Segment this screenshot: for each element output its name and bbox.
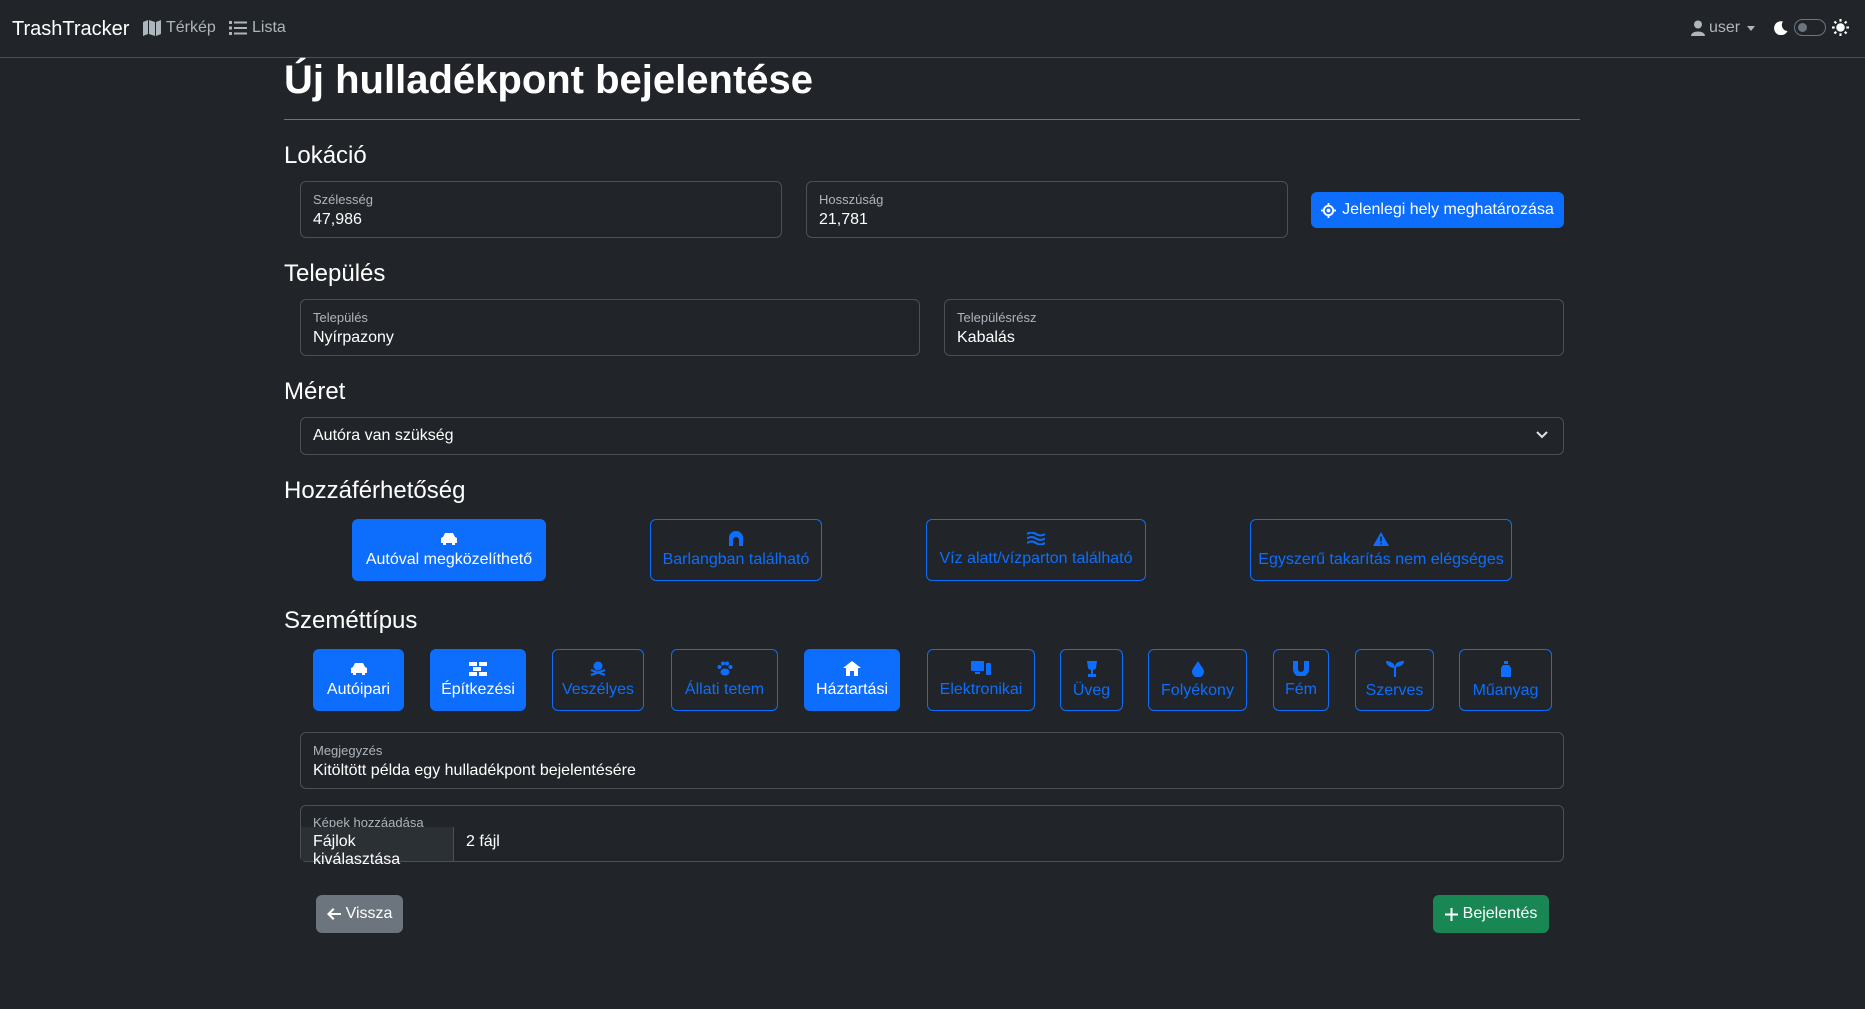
- user-name: user: [1709, 19, 1741, 36]
- size-heading: Méret: [284, 378, 346, 405]
- trash-carcass-toggle[interactable]: Állati tetem: [671, 649, 778, 711]
- file-count: 2 fájl: [466, 833, 500, 850]
- water-icon: [1027, 532, 1045, 545]
- longitude-field[interactable]: Hosszúság 21,781: [806, 181, 1288, 238]
- trash-organic-label: Szerves: [1365, 681, 1424, 699]
- list-icon: [229, 21, 247, 35]
- trash-plastic-toggle[interactable]: Műanyag: [1459, 649, 1552, 711]
- nav-map-label: Térkép: [166, 19, 216, 36]
- town-value: Nyírpazony: [313, 329, 394, 346]
- theme-switch[interactable]: [1794, 19, 1826, 36]
- trash-automotive-toggle[interactable]: Autóipari: [313, 649, 404, 711]
- chevron-down-icon: [1536, 431, 1548, 439]
- size-select-value: Autóra van szükség: [313, 427, 454, 444]
- plus-icon: [1444, 907, 1458, 921]
- user-dropdown[interactable]: user: [1691, 19, 1756, 37]
- bottle-icon: [1500, 660, 1511, 677]
- crosshair-icon: [1321, 202, 1337, 218]
- trash-automotive-label: Autóipari: [326, 680, 391, 698]
- district-field[interactable]: Településrész Kabalás: [944, 299, 1564, 356]
- longitude-label: Hosszúság: [819, 192, 884, 207]
- magnet-icon: [1293, 661, 1309, 676]
- theme-toggle[interactable]: [1774, 19, 1849, 36]
- trash-metal-toggle[interactable]: Fém: [1273, 649, 1329, 711]
- settlement-heading: Település: [284, 260, 386, 287]
- moon-icon: [1774, 20, 1788, 35]
- car-icon: [441, 532, 457, 545]
- car-icon: [350, 662, 367, 675]
- bricks-icon: [469, 661, 487, 676]
- note-field[interactable]: Megjegyzés Kitöltött példa egy hulladékp…: [300, 732, 1564, 789]
- trash-glass-label: Üveg: [1072, 681, 1111, 699]
- choose-files-button[interactable]: Fájlok kiválasztása: [301, 827, 454, 868]
- trash-glass-toggle[interactable]: Üveg: [1060, 649, 1123, 711]
- district-label: Településrész: [957, 310, 1037, 325]
- trash-hazardous-label: Veszélyes: [561, 681, 635, 698]
- trash-electronic-label: Elektronikai: [939, 681, 1023, 698]
- nav-map-link[interactable]: Térkép: [143, 19, 216, 37]
- trash-carcass-label: Állati tetem: [684, 681, 765, 698]
- back-button[interactable]: Vissza: [316, 895, 403, 933]
- computer-icon: [971, 661, 991, 675]
- note-value: Kitöltött példa egy hulladékpont bejelen…: [313, 762, 636, 779]
- back-button-label: Vissza: [345, 905, 393, 922]
- latitude-value: 47,986: [313, 211, 362, 228]
- brand-logo[interactable]: TrashTracker: [12, 18, 129, 41]
- submit-button[interactable]: Bejelentés: [1433, 895, 1549, 933]
- access-car-label: Autóval megközelíthető: [365, 550, 533, 568]
- house-icon: [843, 661, 861, 676]
- trash-hazardous-toggle[interactable]: Veszélyes: [552, 649, 644, 711]
- access-cave-label: Barlangban található: [662, 551, 810, 568]
- access-warning-label: Egyszerű takarítás nem elégséges: [1258, 550, 1504, 568]
- location-heading: Lokáció: [284, 142, 367, 169]
- trash-electronic-toggle[interactable]: Elektronikai: [927, 649, 1035, 711]
- navbar: TrashTracker Térkép Lista user: [0, 0, 1865, 58]
- access-car-toggle[interactable]: Autóval megközelíthető: [352, 519, 546, 581]
- sprout-icon: [1385, 660, 1404, 677]
- trash-construction-label: Építkezési: [441, 680, 515, 698]
- caret-down-icon: [1747, 25, 1756, 31]
- access-water-label: Víz alatt/vízparton található: [939, 550, 1133, 567]
- locate-button[interactable]: Jelenlegi hely meghatározása: [1311, 192, 1564, 228]
- arrow-left-icon: [326, 908, 341, 920]
- glass-icon: [1086, 660, 1097, 677]
- trash-household-toggle[interactable]: Háztartási: [804, 649, 900, 711]
- droplet-icon: [1191, 660, 1204, 677]
- trash-metal-label: Fém: [1285, 681, 1317, 698]
- town-label: Település: [313, 310, 368, 325]
- trash-plastic-label: Műanyag: [1472, 681, 1539, 699]
- town-field[interactable]: Település Nyírpazony: [300, 299, 920, 356]
- note-label: Megjegyzés: [313, 743, 383, 758]
- trash-organic-toggle[interactable]: Szerves: [1355, 649, 1434, 711]
- paw-icon: [717, 661, 732, 676]
- locate-button-label: Jelenlegi hely meghatározása: [1342, 201, 1554, 218]
- sun-icon: [1832, 19, 1849, 36]
- nav-list-label: Lista: [252, 19, 286, 36]
- trash-type-heading: Szeméttípus: [284, 607, 418, 634]
- trash-construction-toggle[interactable]: Építkezési: [430, 649, 526, 711]
- warning-icon: [1373, 531, 1389, 546]
- trash-liquid-toggle[interactable]: Folyékony: [1148, 649, 1247, 711]
- longitude-value: 21,781: [819, 211, 868, 228]
- user-icon: [1691, 20, 1705, 36]
- access-water-toggle[interactable]: Víz alatt/vízparton található: [926, 519, 1146, 581]
- access-cave-toggle[interactable]: Barlangban található: [650, 519, 822, 581]
- access-warning-toggle[interactable]: Egyszerű takarítás nem elégséges: [1250, 519, 1512, 581]
- cave-icon: [729, 531, 743, 546]
- trash-household-label: Háztartási: [815, 681, 889, 698]
- latitude-field[interactable]: Szélesség 47,986: [300, 181, 782, 238]
- latitude-label: Szélesség: [313, 192, 373, 207]
- district-value: Kabalás: [957, 329, 1015, 346]
- submit-button-label: Bejelentés: [1462, 905, 1538, 922]
- size-select[interactable]: Autóra van szükség: [300, 417, 1564, 455]
- image-upload-field[interactable]: Képek hozzáadása Fájlok kiválasztása 2 f…: [300, 805, 1564, 868]
- title-divider: [284, 119, 1580, 120]
- page-title: Új hulladékpont bejelentése: [284, 58, 814, 102]
- map-icon: [143, 20, 161, 36]
- nav-list-link[interactable]: Lista: [229, 19, 286, 37]
- skull-icon: [590, 661, 606, 676]
- accessibility-heading: Hozzáférhetőség: [284, 477, 466, 504]
- trash-liquid-label: Folyékony: [1161, 681, 1234, 699]
